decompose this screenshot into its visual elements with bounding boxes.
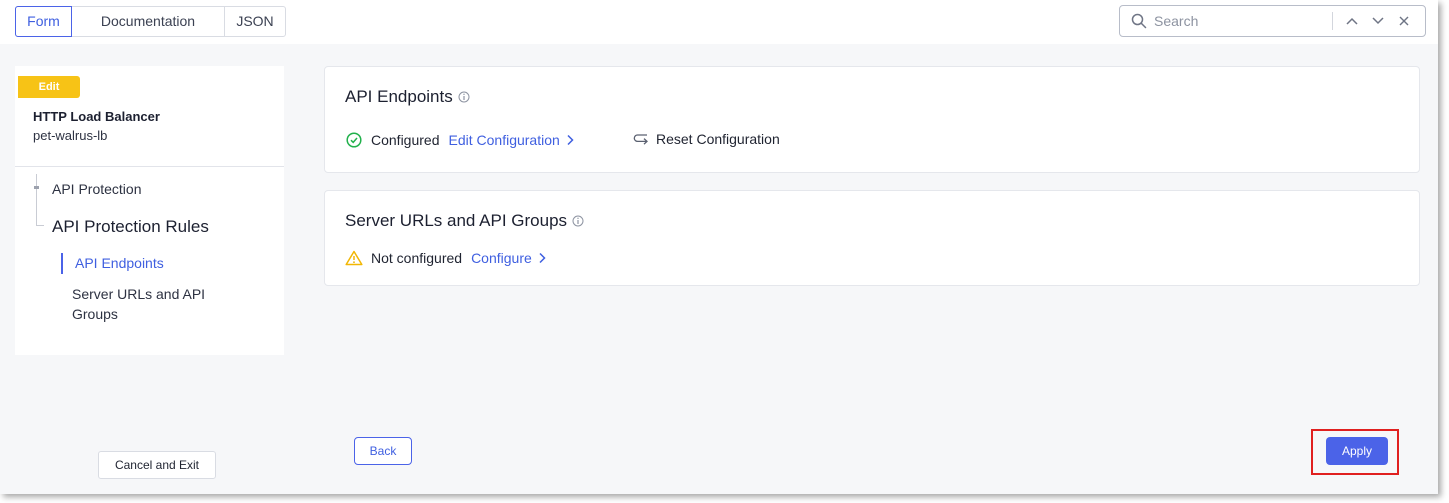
edit-configuration-link[interactable]: Edit Configuration	[449, 132, 574, 148]
tree-branch	[36, 225, 44, 226]
sidebar-panel: Edit HTTP Load Balancer pet-walrus-lb AP…	[15, 66, 284, 355]
check-circle-icon	[345, 131, 363, 149]
chevron-right-icon	[538, 252, 546, 264]
search-box	[1119, 5, 1426, 37]
status-text: Not configured	[371, 250, 463, 266]
reset-configuration-label: Reset Configuration	[656, 131, 780, 147]
search-separator	[1332, 12, 1333, 30]
chevron-right-icon	[566, 134, 574, 146]
tree-node-marker	[34, 186, 39, 189]
api-endpoints-title: API Endpoints	[345, 87, 453, 106]
configure-label: Configure	[471, 250, 532, 266]
configure-link[interactable]: Configure	[471, 250, 546, 266]
api-endpoints-card: API Endpoints Configured Edit Configurat…	[324, 66, 1420, 173]
object-name: pet-walrus-lb	[33, 128, 108, 143]
chevron-down-icon[interactable]	[1365, 7, 1391, 35]
server-urls-status-row: Not configured Configure	[345, 249, 546, 267]
tab-documentation[interactable]: Documentation	[72, 7, 225, 36]
view-tabs: Form Documentation JSON	[15, 6, 286, 37]
status-text: Configured	[371, 132, 440, 148]
close-icon[interactable]	[1391, 7, 1417, 35]
top-bar: Form Documentation JSON	[0, 0, 1438, 44]
server-urls-title-row: Server URLs and API Groups	[345, 211, 584, 231]
sidebar-item-api-protection[interactable]: API Protection	[52, 181, 142, 197]
tab-form[interactable]: Form	[15, 6, 72, 37]
edit-configuration-label: Edit Configuration	[448, 132, 560, 148]
info-icon[interactable]	[572, 215, 584, 227]
warning-icon	[345, 249, 363, 267]
reset-icon	[632, 132, 649, 146]
back-button[interactable]: Back	[354, 437, 412, 465]
chevron-up-icon[interactable]	[1339, 7, 1365, 35]
sidebar-item-server-urls[interactable]: Server URLs and API Groups	[72, 284, 242, 324]
app-window: Form Documentation JSON Edit HTTP Load B…	[0, 0, 1438, 494]
server-urls-card: Server URLs and API Groups Not configure…	[324, 190, 1420, 286]
reset-configuration-button[interactable]: Reset Configuration	[632, 131, 780, 147]
sidebar-item-api-endpoints[interactable]: API Endpoints	[61, 253, 164, 274]
cancel-and-exit-button[interactable]: Cancel and Exit	[98, 451, 216, 479]
server-urls-title: Server URLs and API Groups	[345, 211, 568, 230]
object-type-label: HTTP Load Balancer	[33, 109, 160, 124]
tree-connector	[36, 174, 37, 226]
search-input[interactable]	[1154, 7, 1324, 35]
api-endpoints-title-row: API Endpoints	[345, 87, 470, 107]
tab-json[interactable]: JSON	[225, 7, 285, 36]
apply-button[interactable]: Apply	[1326, 437, 1388, 465]
info-icon[interactable]	[458, 91, 470, 103]
search-icon	[1124, 6, 1154, 36]
sidebar-item-api-protection-rules[interactable]: API Protection Rules	[52, 217, 209, 237]
edit-badge: Edit	[18, 76, 80, 98]
api-endpoints-status-row: Configured Edit Configuration	[345, 131, 574, 149]
sidebar-divider	[15, 166, 284, 167]
